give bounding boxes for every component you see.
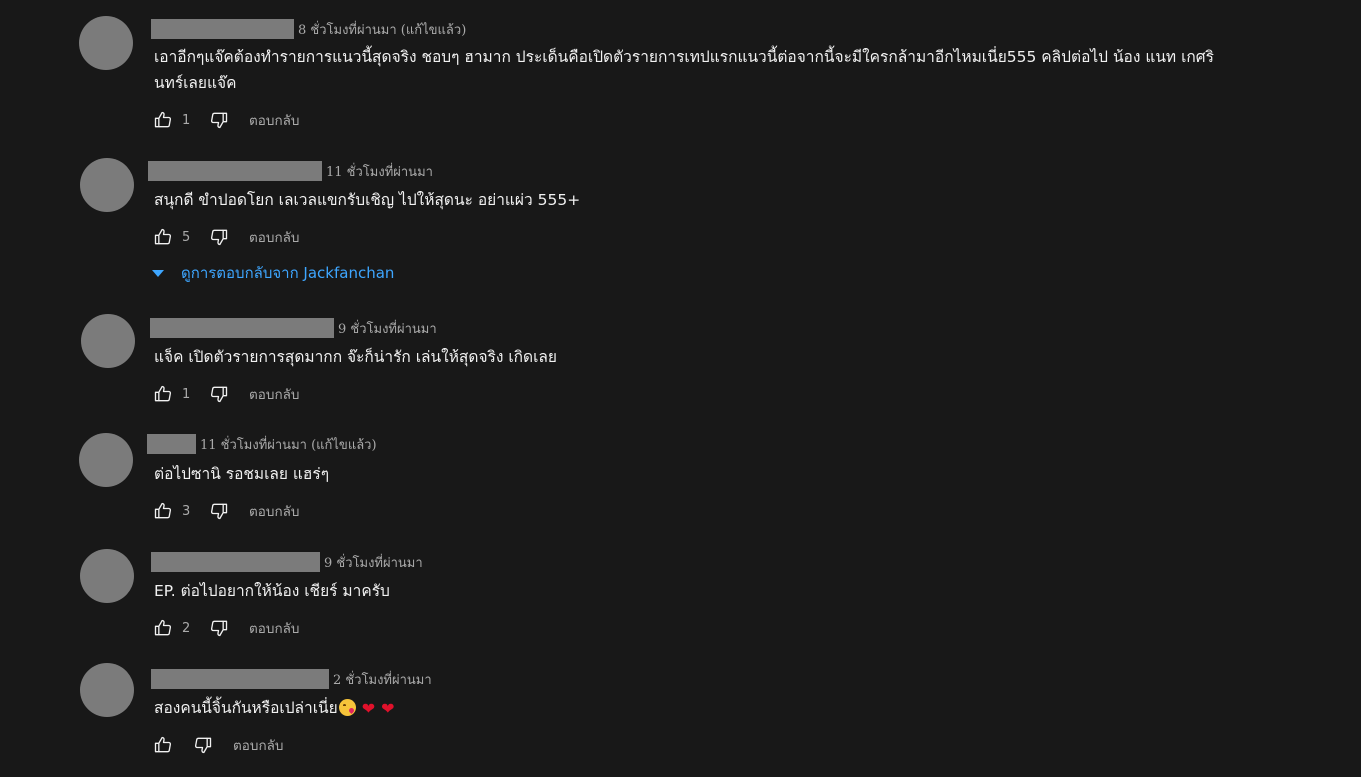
like-count: 5 (182, 229, 191, 245)
author-name-redacted[interactable] (151, 552, 320, 572)
view-replies-label: ดูการตอบกลับจาก Jackfanchan (181, 264, 395, 282)
avatar[interactable] (80, 158, 134, 212)
comment-text: สนุกดี ขำปอดโยก เลเวลแขกรับเชิญ ไปให้สุด… (154, 191, 581, 209)
author-name-redacted[interactable] (151, 669, 329, 689)
comment-timestamp[interactable]: 8 ชั่วโมงที่ผ่านมา (แก้ไขแล้ว) (298, 19, 466, 40)
reply-button[interactable]: ตอบกลับ (249, 383, 299, 405)
comment-text: ต่อไปซานิ รอชมเลย แฮร่ๆ (154, 465, 330, 483)
avatar[interactable] (80, 549, 134, 603)
like-button[interactable] (151, 382, 175, 406)
thumbs-down-icon (210, 620, 228, 637)
thumbs-up-icon (154, 228, 172, 245)
comment-actions: 1 ตอบกลับ (151, 382, 299, 406)
thumbs-down-icon (194, 737, 212, 754)
thumbs-down-icon (210, 229, 228, 246)
comment-header: 8 ชั่วโมงที่ผ่านมา (แก้ไขแล้ว) (151, 19, 466, 39)
comment-actions: 1 ตอบกลับ (151, 108, 299, 132)
comment-timestamp[interactable]: 9 ชั่วโมงที่ผ่านมา (338, 318, 437, 339)
avatar[interactable] (79, 16, 133, 70)
red-heart-icon: ❤ (361, 699, 376, 718)
dislike-button[interactable] (207, 225, 231, 249)
reply-button[interactable]: ตอบกลับ (249, 226, 299, 248)
like-count: 1 (182, 386, 191, 402)
like-button[interactable] (151, 225, 175, 249)
like-button[interactable] (151, 499, 175, 523)
like-button[interactable] (151, 733, 175, 757)
comment-header: 11 ชั่วโมงที่ผ่านมา (แก้ไขแล้ว) (147, 434, 377, 454)
comment-header: 2 ชั่วโมงที่ผ่านมา (151, 669, 432, 689)
comment-header: 11 ชั่วโมงที่ผ่านมา (148, 161, 433, 181)
comment-text: แจ็ค เปิดตัวรายการสุดมากก จ๊ะก็น่ารัก เล… (154, 348, 557, 366)
like-count: 2 (182, 620, 191, 636)
avatar[interactable] (79, 433, 133, 487)
comment-timestamp[interactable]: 11 ชั่วโมงที่ผ่านมา (แก้ไขแล้ว) (200, 434, 377, 455)
caret-down-icon (152, 269, 164, 277)
view-replies-button[interactable]: ดูการตอบกลับจาก Jackfanchan (152, 261, 394, 285)
thumbs-down-icon (210, 386, 228, 403)
reply-button[interactable]: ตอบกลับ (249, 500, 299, 522)
comment-actions: ตอบกลับ (151, 733, 283, 757)
author-name-redacted[interactable] (150, 318, 334, 338)
comment-text: สองคนนี้จิ้นกันหรือเปล่าเนี่ย ❤ ❤ (154, 695, 1234, 722)
dislike-button[interactable] (207, 616, 231, 640)
like-button[interactable] (151, 616, 175, 640)
thumbs-down-icon (210, 503, 228, 520)
avatar[interactable] (81, 314, 135, 368)
comment-header: 9 ชั่วโมงที่ผ่านมา (150, 318, 437, 338)
thumbs-down-icon (210, 112, 228, 129)
comment-text: EP. ต่อไปอยากให้น้อง เชียร์ มาครับ (154, 582, 390, 600)
author-name-redacted[interactable] (147, 434, 196, 454)
comment-header: 9 ชั่วโมงที่ผ่านมา (151, 552, 423, 572)
comment-actions: 2 ตอบกลับ (151, 616, 299, 640)
dislike-button[interactable] (207, 499, 231, 523)
reply-button[interactable]: ตอบกลับ (249, 617, 299, 639)
thumbs-up-icon (154, 736, 172, 753)
red-heart-icon: ❤ (381, 699, 395, 718)
author-name-redacted[interactable] (148, 161, 322, 181)
comment-timestamp[interactable]: 9 ชั่วโมงที่ผ่านมา (324, 552, 423, 573)
comments-list: 8 ชั่วโมงที่ผ่านมา (แก้ไขแล้ว) เอาอีกๆแจ… (0, 0, 1361, 777)
reply-button[interactable]: ตอบกลับ (249, 109, 299, 131)
comment-text-content: สองคนนี้จิ้นกันหรือเปล่าเนี่ย (154, 699, 338, 717)
comment-text: เอาอีกๆแจ๊คต้องทำรายการแนวนี้สุดจริง ชอบ… (154, 48, 1214, 92)
thumbs-up-icon (154, 619, 172, 636)
avatar[interactable] (80, 663, 134, 717)
comment-timestamp[interactable]: 11 ชั่วโมงที่ผ่านมา (326, 161, 433, 182)
dislike-button[interactable] (207, 382, 231, 406)
like-count: 1 (182, 112, 191, 128)
dislike-button[interactable] (191, 733, 215, 757)
author-name-redacted[interactable] (151, 19, 294, 39)
thumbs-up-icon (154, 385, 172, 402)
like-count: 3 (182, 503, 191, 519)
comment-timestamp[interactable]: 2 ชั่วโมงที่ผ่านมา (333, 669, 432, 690)
like-button[interactable] (151, 108, 175, 132)
thumbs-up-icon (154, 502, 172, 519)
thumbs-up-icon (154, 111, 172, 128)
dislike-button[interactable] (207, 108, 231, 132)
comment-actions: 5 ตอบกลับ (151, 225, 299, 249)
kissing-face-icon (338, 699, 356, 716)
comment-actions: 3 ตอบกลับ (151, 499, 299, 523)
reply-button[interactable]: ตอบกลับ (233, 734, 283, 756)
